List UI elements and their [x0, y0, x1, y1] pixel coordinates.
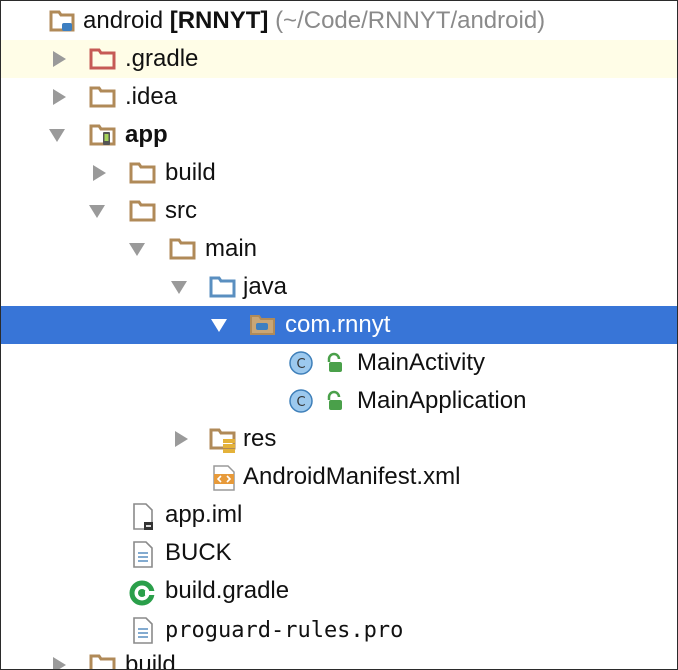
tree-label: proguard-rules.pro: [165, 618, 404, 643]
tree-label: MainApplication: [357, 387, 527, 414]
root-path: (~/Code/RNNYT/android): [275, 7, 546, 34]
excluded-folder-icon: [89, 47, 116, 71]
folder-icon: [129, 199, 156, 223]
package-folder-icon: [249, 313, 275, 337]
resource-folder-icon: [209, 427, 236, 453]
triangle-down-icon[interactable]: [129, 241, 145, 257]
tree-row-main[interactable]: main: [1, 230, 677, 268]
class-icon: C: [289, 351, 315, 375]
tree-row-manifest[interactable]: AndroidManifest.xml: [1, 458, 677, 496]
triangle-right-icon[interactable]: [51, 51, 67, 67]
tree-row-buck[interactable]: BUCK: [1, 534, 677, 572]
project-tree: android [RNNYT] (~/Code/RNNYT/android) .…: [0, 0, 678, 670]
tree-row-com-rnnyt[interactable]: com.rnnyt: [1, 306, 677, 344]
root-name: android: [83, 7, 164, 34]
tree-row-proguard[interactable]: proguard-rules.pro: [1, 610, 677, 648]
tree-row-main-application[interactable]: C MainApplication: [1, 382, 677, 420]
svg-text:C: C: [296, 357, 305, 372]
triangle-right-icon[interactable]: [173, 431, 189, 447]
tree-row-main-activity[interactable]: C MainActivity: [1, 344, 677, 382]
tree-row-android[interactable]: android [RNNYT] (~/Code/RNNYT/android): [1, 2, 677, 40]
text-file-icon: [131, 541, 157, 568]
tree-row-java[interactable]: java: [1, 268, 677, 306]
folder-icon: [89, 85, 116, 109]
tree-row-build[interactable]: build: [1, 154, 677, 192]
lock-icon: [323, 389, 349, 413]
tree-row-src[interactable]: src: [1, 192, 677, 230]
triangle-down-icon[interactable]: [49, 127, 65, 143]
tree-row-idea[interactable]: .idea: [1, 78, 677, 116]
tree-row-build-gradle[interactable]: build.gradle: [1, 572, 677, 610]
tree-label: app: [125, 121, 168, 148]
module-folder-icon: [49, 9, 75, 33]
tree-label: build.gradle: [165, 577, 290, 604]
tree-row-app-iml[interactable]: app.iml: [1, 496, 677, 534]
lock-icon: [323, 351, 349, 375]
xml-file-icon: [211, 465, 237, 491]
root-tag: [RNNYT]: [169, 7, 269, 34]
svg-text:C: C: [296, 395, 305, 410]
tree-label: java: [243, 273, 288, 300]
folder-icon: [129, 161, 156, 185]
tree-label: AndroidManifest.xml: [243, 463, 461, 490]
tree-label: android [RNNYT] (~/Code/RNNYT/android): [83, 8, 545, 34]
text-file-icon: [131, 617, 157, 644]
module-file-icon: [131, 503, 157, 530]
module-folder-icon: [89, 123, 116, 147]
triangle-down-icon[interactable]: [171, 279, 187, 295]
tree-label: app.iml: [165, 501, 243, 528]
tree-label: .gradle: [125, 45, 199, 72]
tree-label: build: [165, 159, 216, 186]
tree-row-gradle[interactable]: .gradle: [1, 40, 677, 78]
tree-label: main: [205, 235, 258, 262]
tree-row-res[interactable]: res: [1, 420, 677, 458]
folder-icon: [169, 237, 196, 261]
triangle-right-icon[interactable]: [51, 89, 67, 105]
tree-label: BUCK: [165, 539, 232, 566]
tree-label: MainActivity: [357, 349, 486, 376]
gradle-icon: [129, 579, 157, 606]
triangle-right-icon[interactable]: [91, 165, 107, 181]
tree-label: src: [165, 197, 197, 224]
tree-label: com.rnnyt: [285, 311, 391, 338]
source-folder-icon: [209, 275, 236, 299]
tree-row-app[interactable]: app: [1, 116, 677, 154]
tree-row-build-root[interactable]: build: [1, 646, 677, 670]
tree-label: build: [125, 651, 176, 670]
triangle-right-icon[interactable]: [51, 657, 67, 669]
triangle-down-icon[interactable]: [89, 203, 105, 219]
class-icon: C: [289, 389, 315, 413]
tree-label: .idea: [125, 83, 178, 110]
tree-label: res: [243, 425, 277, 452]
triangle-down-icon[interactable]: [211, 317, 227, 333]
folder-icon: [89, 653, 116, 669]
